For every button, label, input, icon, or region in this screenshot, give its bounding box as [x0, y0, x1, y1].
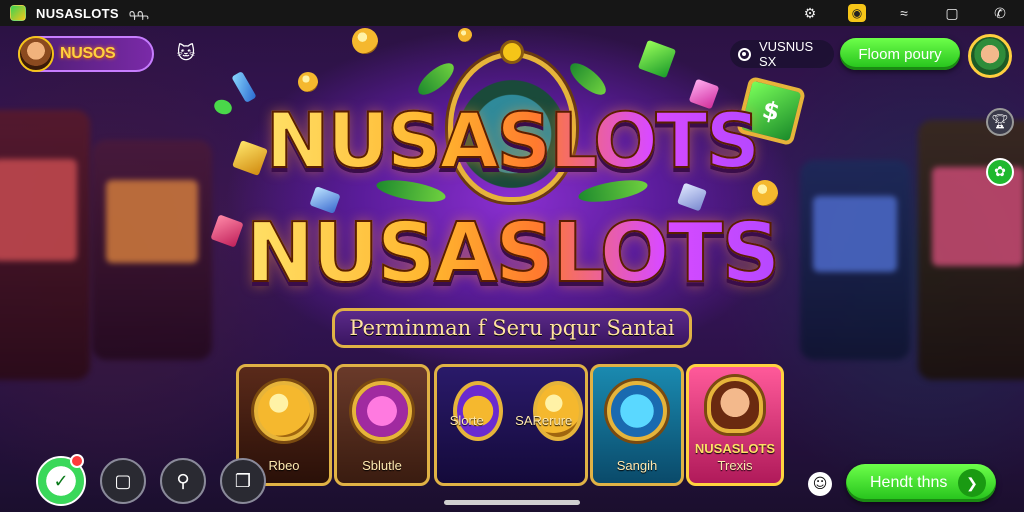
status-chip-label: VUSNUS SX [758, 39, 814, 69]
game-card-label: SARerure [515, 412, 573, 428]
cat-icon[interactable]: 🐱︎ [174, 42, 198, 64]
game-card-title: NUSASLOTS [694, 441, 776, 456]
game-card-label: Slorte [449, 412, 484, 428]
game-card[interactable]: Sangih [590, 364, 684, 486]
coin-icon [254, 381, 314, 441]
status-chip: VUSNUS SX [730, 39, 834, 69]
game-card-label: Trexis [717, 458, 753, 473]
bottom-action-label: Hendt thns [870, 474, 948, 491]
app-title: NUSASLOTS [36, 5, 119, 21]
coin-icon [533, 381, 583, 441]
top-action-button[interactable]: Floom poury [840, 38, 960, 70]
leaf-decoration [413, 57, 459, 101]
coin-decoration [352, 28, 378, 54]
status-bar: NUSASLOTS ᠲᠲ ⚙ ◉ ≈ ▢ ✆ [0, 0, 1024, 26]
game-card-label: Sblutle [362, 458, 402, 473]
game-card[interactable]: NUSASLOTS Trexis [686, 364, 784, 486]
game-lobby-screen: NUSASLOTS ᠲᠲ ⚙ ◉ ≈ ▢ ✆ NUSOS 🐱︎ VUSNUS S… [0, 0, 1024, 512]
window-icon[interactable]: ▢ [942, 3, 962, 23]
badge-icon[interactable]: ◉ [848, 4, 866, 22]
location-icon [738, 47, 751, 61]
copy-icon[interactable]: ❐ [220, 458, 266, 504]
game-card-label: Sangih [616, 458, 658, 473]
notification-dot [70, 454, 84, 468]
coin-decoration [298, 72, 318, 92]
hero-subtitle: Perminman f Seru pqur Santai [332, 308, 692, 348]
status-extra-text: ᠲᠲ [128, 8, 149, 24]
shield-icon [607, 381, 667, 441]
coin-icon [453, 381, 503, 441]
profile-name: NUSOS [60, 45, 116, 62]
home-indicator[interactable] [444, 500, 580, 505]
avatar[interactable] [18, 36, 54, 72]
game-card-row: Rbeo Sblutle Slorte SARerure Sangih NUSA… [236, 364, 784, 486]
character-portrait [707, 377, 763, 433]
person-icon[interactable]: ☺ [808, 472, 832, 496]
hero-title-line1: NUSASLOTS [265, 95, 762, 186]
pin-icon[interactable]: ⚲ [160, 458, 206, 504]
app-logo-icon [10, 5, 26, 21]
bottom-action-button[interactable]: Hendt thns ❯ [846, 464, 996, 502]
hero-title-line2: NUSASLOTS [245, 205, 782, 302]
settings-icon[interactable]: ⚙ [800, 3, 820, 23]
profile-badge[interactable]: NUSOS [18, 36, 154, 72]
gem-decoration [637, 39, 677, 79]
chevron-right-icon: ❯ [958, 469, 986, 497]
game-card[interactable]: Sblutle [334, 364, 430, 486]
signal-icon[interactable]: ≈ [894, 3, 914, 23]
emblem-jewel [500, 40, 524, 64]
card-icon[interactable]: ▢ [100, 458, 146, 504]
game-card-label: Rbeo [268, 458, 300, 473]
gem-icon [352, 381, 412, 441]
game-card[interactable]: Slorte SARerure [434, 364, 588, 486]
user-avatar[interactable] [968, 34, 1012, 78]
call-icon[interactable]: ✆ [990, 3, 1010, 23]
coin-decoration [458, 28, 472, 42]
leaf-decoration [565, 57, 611, 101]
